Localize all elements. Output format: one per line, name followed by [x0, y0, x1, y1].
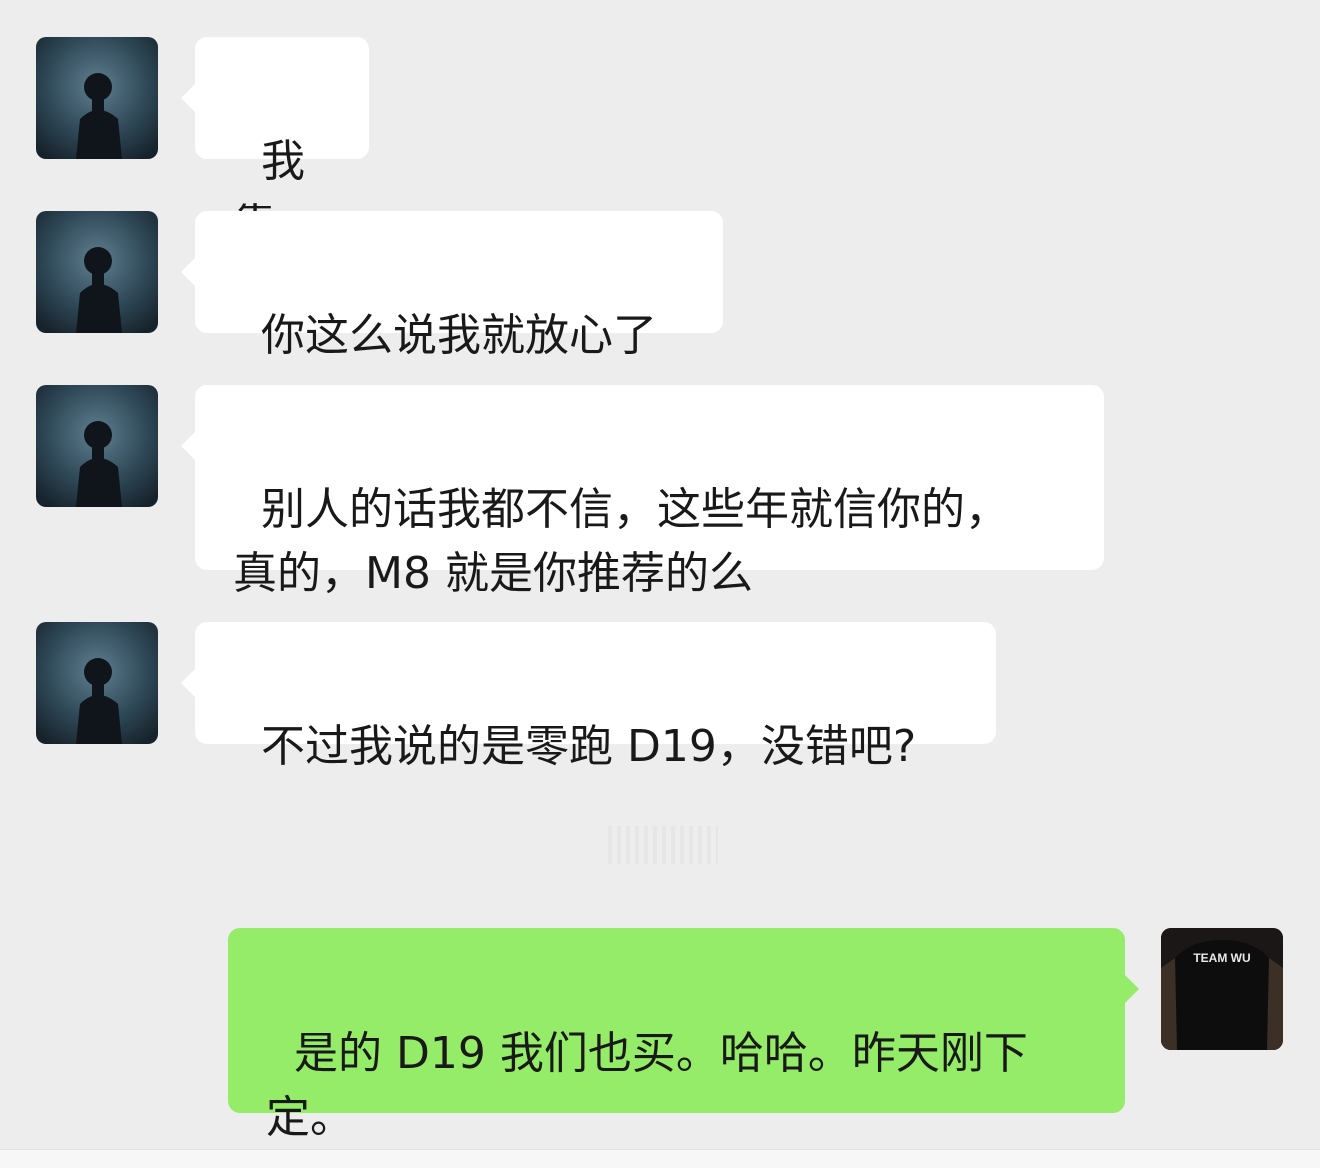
faint-watermark [608, 826, 718, 864]
silhouette-avatar-icon [36, 385, 158, 507]
message-text: 别人的话我都不信，这些年就信你的， 真的，M8 就是你推荐的么 [233, 484, 1009, 599]
silhouette-avatar-icon [36, 211, 158, 333]
bottom-divider [0, 1149, 1320, 1168]
contact-avatar[interactable] [36, 37, 158, 159]
silhouette-avatar-icon [36, 622, 158, 744]
incoming-message-bubble[interactable]: 别人的话我都不信，这些年就信你的， 真的，M8 就是你推荐的么 [181, 385, 1104, 599]
contact-avatar[interactable] [36, 211, 158, 333]
self-avatar[interactable]: TEAM WU [1161, 928, 1283, 1050]
avatar-shirt-text: TEAM WU [1193, 951, 1250, 965]
message-text: 是的 D19 我们也买。哈哈。昨天刚下 定。 [266, 1028, 1028, 1143]
black-tshirt-avatar-icon: TEAM WU [1161, 928, 1283, 1050]
outgoing-message-bubble[interactable]: 是的 D19 我们也买。哈哈。昨天刚下 定。 [228, 928, 1139, 1143]
silhouette-avatar-icon [36, 37, 158, 159]
incoming-message-bubble[interactable]: 不过我说的是零跑 D19，没错吧? [181, 622, 996, 772]
message-text: 不过我说的是零跑 D19，没错吧? [260, 721, 917, 772]
incoming-message-bubble[interactable]: 你这么说我就放心了 [181, 211, 723, 361]
message-text: 你这么说我就放心了 [260, 310, 657, 361]
contact-avatar[interactable] [36, 385, 158, 507]
contact-avatar[interactable] [36, 622, 158, 744]
incoming-message-bubble[interactable]: 我靠 [181, 37, 369, 251]
